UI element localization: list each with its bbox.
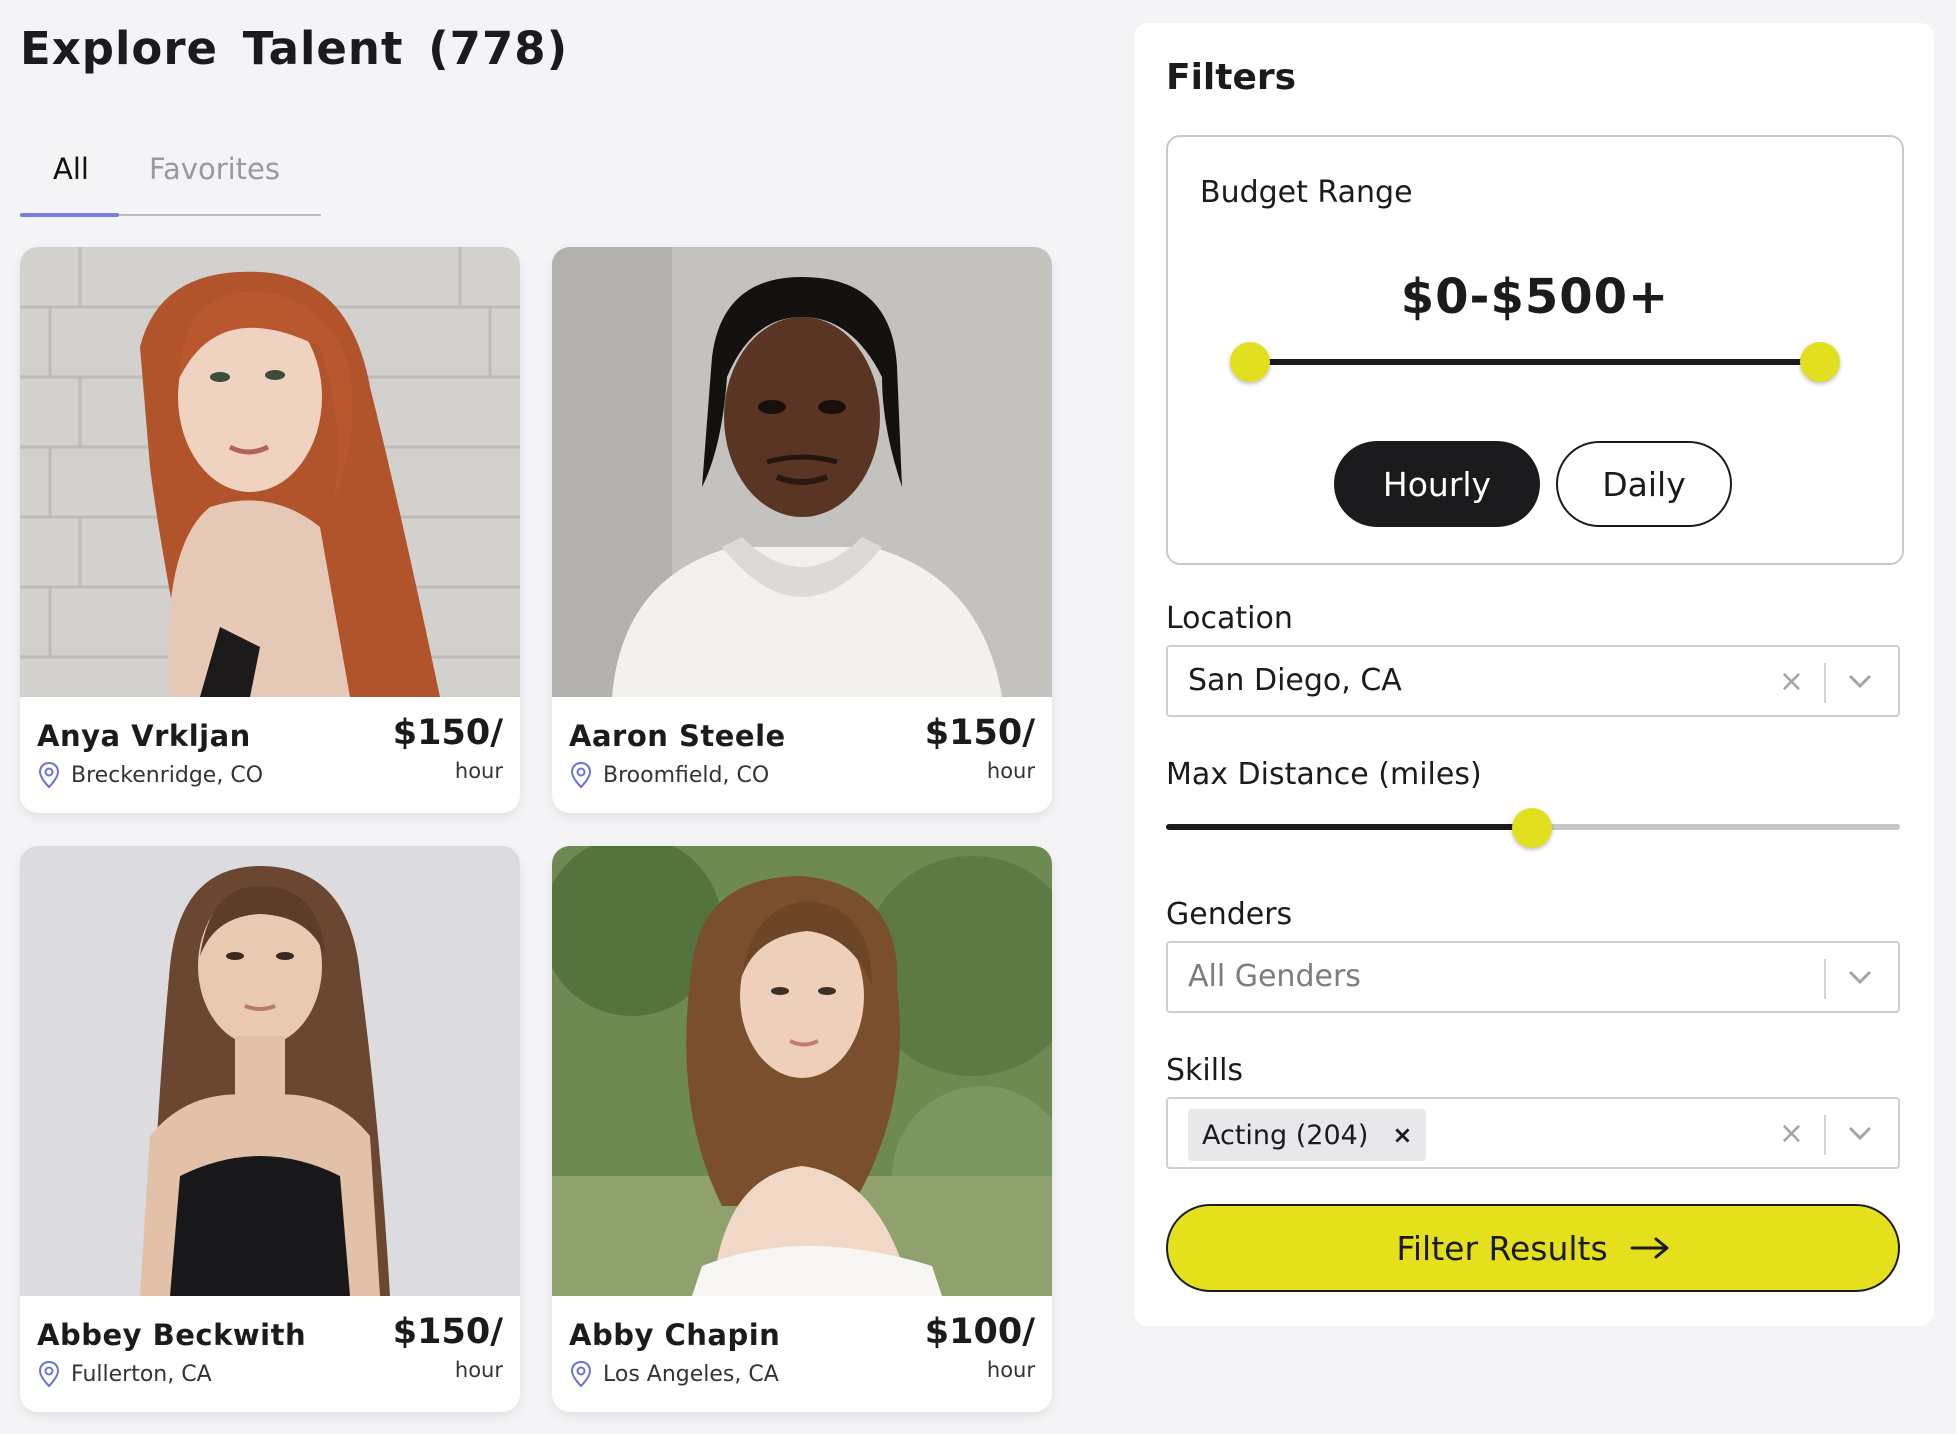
skill-chip-label: Acting (204)	[1202, 1119, 1369, 1151]
talent-photo[interactable]	[20, 247, 520, 697]
talent-price: $150/	[392, 713, 503, 753]
select-separator	[1824, 959, 1826, 999]
location-select[interactable]: San Diego, CA ×	[1166, 645, 1900, 717]
location-label: Location	[1166, 601, 1293, 636]
talent-location: Breckenridge, CO	[37, 761, 263, 789]
arrow-right-icon	[1630, 1237, 1669, 1259]
skills-clear-icon[interactable]: ×	[1779, 1116, 1804, 1151]
budget-max-handle[interactable]	[1800, 342, 1840, 382]
budget-range-value: $0-$500+	[1400, 269, 1670, 325]
hourly-toggle-button[interactable]: Hourly	[1334, 441, 1540, 527]
filter-results-label: Filter Results	[1396, 1228, 1608, 1268]
budget-range-track[interactable]	[1250, 359, 1820, 365]
talent-card-anya-vrkljan[interactable]: Anya Vrkljan Breckenridge, CO $150/ hour	[20, 247, 520, 813]
location-clear-icon[interactable]: ×	[1779, 664, 1804, 699]
location-pin-icon	[570, 761, 592, 789]
skills-select[interactable]: Acting (204) × ×	[1166, 1097, 1900, 1169]
filter-results-button[interactable]: Filter Results	[1166, 1204, 1900, 1292]
talent-name[interactable]: Abby Chapin	[569, 1318, 780, 1352]
genders-placeholder: All Genders	[1188, 959, 1361, 994]
genders-select[interactable]: All Genders	[1166, 941, 1900, 1013]
talent-price: $150/	[924, 713, 1035, 753]
filters-panel: Filters Budget Range $0-$500+ Hourly Dai…	[1134, 23, 1934, 1326]
skills-label: Skills	[1166, 1053, 1244, 1088]
tab-favorites[interactable]: Favorites	[149, 152, 280, 186]
chevron-down-icon[interactable]	[1846, 671, 1874, 691]
talent-location: Fullerton, CA	[37, 1360, 212, 1388]
filters-title: Filters	[1166, 57, 1297, 98]
budget-range-box: Budget Range $0-$500+ Hourly Daily	[1166, 135, 1904, 565]
location-pin-icon	[38, 1360, 60, 1388]
location-pin-icon	[38, 761, 60, 789]
talent-location-text: Broomfield, CO	[603, 762, 770, 788]
talent-price-unit: hour	[454, 759, 503, 783]
remove-chip-icon[interactable]: ×	[1392, 1121, 1412, 1149]
budget-range-label: Budget Range	[1200, 175, 1413, 210]
select-separator	[1824, 663, 1826, 703]
talent-location-text: Fullerton, CA	[71, 1361, 212, 1387]
talent-price: $150/	[392, 1312, 503, 1352]
talent-name[interactable]: Abbey Beckwith	[37, 1318, 306, 1352]
talent-name[interactable]: Aaron Steele	[569, 719, 786, 753]
talent-card-aaron-steele[interactable]: Aaron Steele Broomfield, CO $150/ hour	[552, 247, 1052, 813]
talent-location-text: Los Angeles, CA	[603, 1361, 779, 1387]
budget-min-handle[interactable]	[1230, 342, 1270, 382]
talent-photo[interactable]	[20, 846, 520, 1296]
talent-name[interactable]: Anya Vrkljan	[37, 719, 251, 753]
genders-label: Genders	[1166, 897, 1293, 932]
tab-all[interactable]: All	[53, 152, 89, 186]
skill-chip: Acting (204) ×	[1188, 1109, 1427, 1161]
talent-location-text: Breckenridge, CO	[71, 762, 264, 788]
talent-price-unit: hour	[986, 1358, 1035, 1382]
location-pin-icon	[570, 1360, 592, 1388]
chevron-down-icon[interactable]	[1846, 1123, 1874, 1143]
distance-handle[interactable]	[1512, 808, 1552, 848]
talent-location: Los Angeles, CA	[569, 1360, 779, 1388]
talent-photo[interactable]	[552, 846, 1052, 1296]
select-separator	[1824, 1115, 1826, 1155]
talent-price: $100/	[924, 1312, 1035, 1352]
talent-price-unit: hour	[454, 1358, 503, 1382]
chevron-down-icon[interactable]	[1846, 967, 1874, 987]
location-value: San Diego, CA	[1188, 663, 1402, 698]
active-tab-indicator	[20, 213, 119, 217]
max-distance-label: Max Distance (miles)	[1166, 757, 1482, 792]
talent-card-abbey-beckwith[interactable]: Abbey Beckwith Fullerton, CA $150/ hour	[20, 846, 520, 1412]
daily-toggle-button[interactable]: Daily	[1556, 441, 1732, 527]
talent-photo[interactable]	[552, 247, 1052, 697]
talent-price-unit: hour	[986, 759, 1035, 783]
talent-card-abby-chapin[interactable]: Abby Chapin Los Angeles, CA $100/ hour	[552, 846, 1052, 1412]
talent-location: Broomfield, CO	[569, 761, 769, 789]
distance-track-fill	[1166, 824, 1532, 830]
page-title: Explore Talent (778)	[20, 22, 569, 75]
tab-bar: All Favorites	[20, 140, 321, 217]
